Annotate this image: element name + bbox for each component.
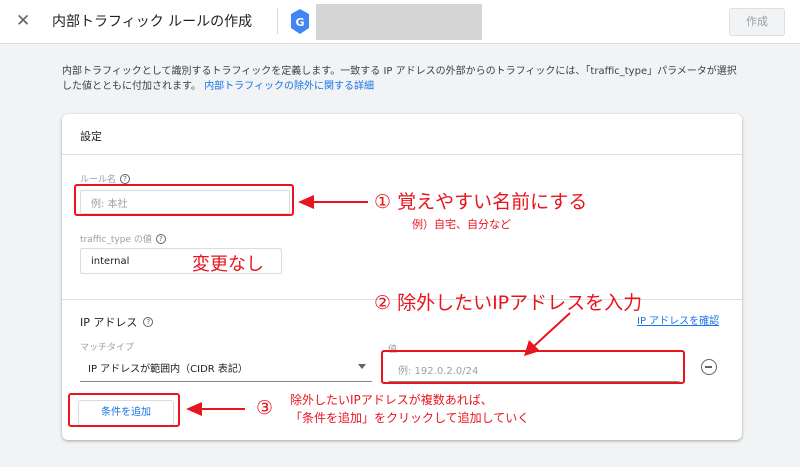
- annotation-box-add-condition: [68, 393, 180, 427]
- annotation-box-ip-value: [381, 350, 685, 384]
- annotation-1-text: ① 覚えやすい名前にする: [374, 191, 588, 213]
- match-type-value: IP アドレスが範囲内（CIDR 表記）: [88, 364, 248, 375]
- match-type-select[interactable]: IP アドレスが範囲内（CIDR 表記）: [80, 354, 372, 382]
- svg-text:G: G: [295, 16, 304, 29]
- card-title: 設定: [80, 130, 102, 143]
- traffic-type-value: internal: [91, 255, 130, 267]
- learn-more-link[interactable]: 内部トラフィックの除外に関する詳細: [204, 81, 374, 92]
- traffic-type-label: traffic_type の値 ?: [80, 232, 166, 245]
- annotation-3-line2: 「条件を追加」をクリックして追加していく: [290, 411, 530, 425]
- ip-address-section-title: IP アドレス ?: [80, 314, 154, 330]
- help-icon[interactable]: ?: [155, 233, 166, 244]
- create-button[interactable]: 作成: [729, 8, 785, 36]
- help-icon[interactable]: ?: [143, 317, 154, 327]
- annotation-3-line1: 除外したいIPアドレスが複数あれば、: [290, 393, 493, 407]
- description-text: 内部トラフィックとして識別するトラフィックを定義します。一致する IP アドレス…: [62, 66, 737, 92]
- top-app-bar: ✕ 内部トラフィック ルールの作成 G 作成: [0, 0, 800, 44]
- close-icon[interactable]: ✕: [16, 10, 30, 32]
- remove-condition-icon[interactable]: [701, 359, 717, 375]
- annotation-3-number: ③: [256, 397, 274, 419]
- annotation-no-change: 変更なし: [192, 254, 264, 275]
- dropdown-arrow-icon: [358, 364, 366, 369]
- analytics-property-icon: G: [291, 9, 309, 34]
- page-title: 内部トラフィック ルールの作成: [52, 14, 253, 30]
- traffic-type-label-text: traffic_type の値: [80, 235, 152, 245]
- ip-section-title-text: IP アドレス: [80, 316, 138, 329]
- match-type-label: マッチタイプ: [80, 343, 135, 353]
- header-divider: [277, 8, 278, 34]
- annotation-box-rule-name: [74, 184, 294, 216]
- redacted-property-name: [316, 4, 482, 40]
- help-icon[interactable]: ?: [120, 173, 131, 184]
- annotation-2-text: ② 除外したいIPアドレスを入力: [374, 292, 643, 314]
- check-ip-link[interactable]: IP アドレスを確認: [637, 312, 719, 327]
- card-divider: [62, 154, 742, 155]
- page-description: 内部トラフィックとして識別するトラフィックを定義します。一致する IP アドレス…: [62, 64, 742, 94]
- annotation-1-subtext: 例）自宅、自分など: [412, 218, 511, 231]
